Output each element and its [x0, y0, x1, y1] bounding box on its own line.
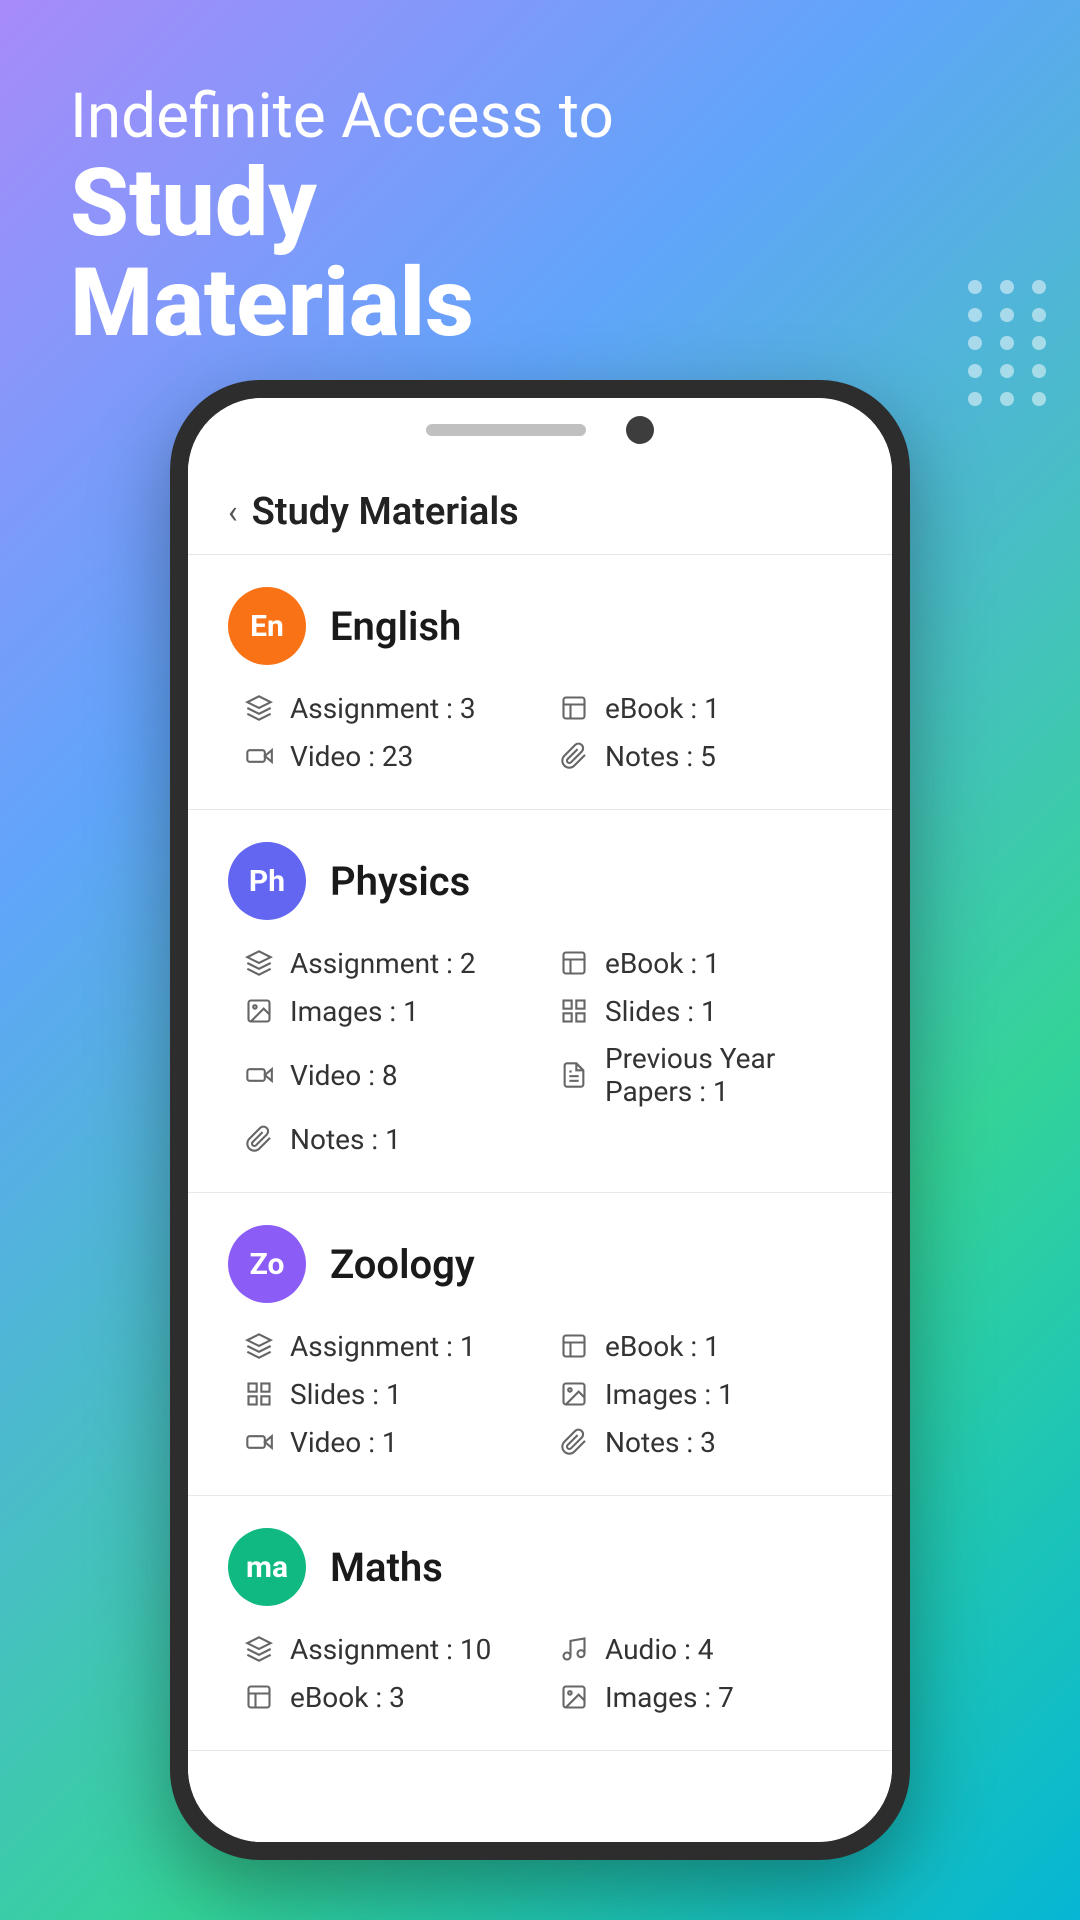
music-icon	[557, 1632, 591, 1666]
stat-label: eBook : 1	[605, 947, 720, 980]
image-icon	[242, 994, 276, 1028]
stat-physics-book: eBook : 1	[557, 946, 852, 980]
paperclip-icon	[557, 1425, 591, 1459]
subject-stats-physics: Assignment : 2 eBook : 1 Images : 1 Slides …	[228, 946, 852, 1156]
stat-label: Slides : 1	[605, 995, 717, 1028]
stat-maths-book: eBook : 3	[242, 1680, 537, 1714]
video-icon	[242, 1058, 276, 1092]
stat-english-video: Video : 23	[242, 739, 537, 773]
notch-camera	[626, 416, 654, 444]
stat-label: Slides : 1	[290, 1378, 402, 1411]
subject-header-physics: Ph Physics	[228, 842, 852, 920]
image-icon	[557, 1680, 591, 1714]
stat-label: Video : 8	[290, 1059, 398, 1092]
stat-maths-music: Audio : 4	[557, 1632, 852, 1666]
subject-section-maths[interactable]: ma Maths Assignment : 10 Audio : 4 eBook : 3…	[188, 1496, 892, 1751]
subject-name-physics: Physics	[330, 858, 470, 905]
layers-icon	[242, 1329, 276, 1363]
stat-english-book: eBook : 1	[557, 691, 852, 725]
stat-label: Assignment : 10	[290, 1633, 491, 1666]
stat-english-paperclip: Notes : 5	[557, 739, 852, 773]
notch-pill	[426, 424, 586, 436]
stat-zoology-image: Images : 1	[557, 1377, 852, 1411]
stat-label: eBook : 3	[290, 1681, 405, 1714]
stat-label: Audio : 4	[605, 1633, 714, 1666]
stat-zoology-paperclip: Notes : 3	[557, 1425, 852, 1459]
subject-header-maths: ma Maths	[228, 1528, 852, 1606]
subject-name-zoology: Zoology	[330, 1241, 475, 1288]
stat-zoology-book: eBook : 1	[557, 1329, 852, 1363]
paperclip-icon	[557, 739, 591, 773]
stat-label: Images : 1	[290, 995, 419, 1028]
phone-outer: ‹ Study Materials En English Assignment : …	[170, 380, 910, 1860]
video-icon	[242, 1425, 276, 1459]
stat-physics-paperclip: Notes : 1	[242, 1122, 537, 1156]
stat-label: Assignment : 2	[290, 947, 476, 980]
subject-stats-english: Assignment : 3 eBook : 1 Video : 23 Notes :…	[228, 691, 852, 773]
stat-physics-video: Video : 8	[242, 1042, 537, 1108]
subject-header-english: En English	[228, 587, 852, 665]
stat-zoology-layers: Assignment : 1	[242, 1329, 537, 1363]
back-button[interactable]: ‹	[228, 493, 238, 531]
subject-name-maths: Maths	[330, 1544, 443, 1591]
stat-label: Images : 1	[605, 1378, 734, 1411]
grid-icon	[242, 1377, 276, 1411]
layers-icon	[242, 691, 276, 725]
stat-label: Previous Year Papers : 1	[605, 1042, 852, 1108]
app-content: ‹ Study Materials En English Assignment : …	[188, 462, 892, 1842]
stat-maths-layers: Assignment : 10	[242, 1632, 537, 1666]
video-icon	[242, 739, 276, 773]
subject-header-zoology: Zo Zoology	[228, 1225, 852, 1303]
hero-line1: Indefinite Access to	[70, 80, 614, 154]
stat-zoology-grid: Slides : 1	[242, 1377, 537, 1411]
subject-avatar-maths: ma	[228, 1528, 306, 1606]
paperclip-icon	[242, 1122, 276, 1156]
stat-physics-grid: Slides : 1	[557, 994, 852, 1028]
grid-icon	[557, 994, 591, 1028]
image-icon	[557, 1377, 591, 1411]
stat-physics-layers: Assignment : 2	[242, 946, 537, 980]
app-title: Study Materials	[252, 490, 519, 534]
stat-label: Notes : 1	[290, 1123, 401, 1156]
subject-avatar-physics: Ph	[228, 842, 306, 920]
stat-label: eBook : 1	[605, 1330, 720, 1363]
stat-english-layers: Assignment : 3	[242, 691, 537, 725]
book-icon	[242, 1680, 276, 1714]
stat-label: Notes : 5	[605, 740, 716, 773]
subject-section-english[interactable]: En English Assignment : 3 eBook : 1 Video : …	[188, 555, 892, 810]
stat-label: eBook : 1	[605, 692, 720, 725]
stat-physics-file-text: Previous Year Papers : 1	[557, 1042, 852, 1108]
subject-avatar-zoology: Zo	[228, 1225, 306, 1303]
hero-line2: StudyMaterials	[70, 154, 614, 354]
subject-section-zoology[interactable]: Zo Zoology Assignment : 1 eBook : 1 Slides :…	[188, 1193, 892, 1496]
stat-label: Notes : 3	[605, 1426, 716, 1459]
phone-notch	[188, 398, 892, 462]
app-header: ‹ Study Materials	[188, 462, 892, 555]
phone-inner: ‹ Study Materials En English Assignment : …	[188, 398, 892, 1842]
book-icon	[557, 1329, 591, 1363]
subject-name-english: English	[330, 603, 461, 650]
subjects-list: En English Assignment : 3 eBook : 1 Video : …	[188, 555, 892, 1751]
subject-stats-zoology: Assignment : 1 eBook : 1 Slides : 1 Images …	[228, 1329, 852, 1459]
subject-section-physics[interactable]: Ph Physics Assignment : 2 eBook : 1 Images :…	[188, 810, 892, 1193]
stat-label: Assignment : 1	[290, 1330, 476, 1363]
subject-stats-maths: Assignment : 10 Audio : 4 eBook : 3 Images …	[228, 1632, 852, 1714]
stat-label: Assignment : 3	[290, 692, 476, 725]
phone-mockup: ‹ Study Materials En English Assignment : …	[170, 380, 910, 1860]
hero-section: Indefinite Access to StudyMaterials	[70, 80, 614, 354]
dots-decoration	[968, 280, 1050, 406]
stat-physics-image: Images : 1	[242, 994, 537, 1028]
stat-maths-image: Images : 7	[557, 1680, 852, 1714]
stat-zoology-video: Video : 1	[242, 1425, 537, 1459]
file-text-icon	[557, 1058, 591, 1092]
layers-icon	[242, 946, 276, 980]
subject-avatar-english: En	[228, 587, 306, 665]
layers-icon	[242, 1632, 276, 1666]
book-icon	[557, 946, 591, 980]
stat-label: Video : 1	[290, 1426, 398, 1459]
stat-label: Images : 7	[605, 1681, 734, 1714]
stat-label: Video : 23	[290, 740, 413, 773]
book-icon	[557, 691, 591, 725]
